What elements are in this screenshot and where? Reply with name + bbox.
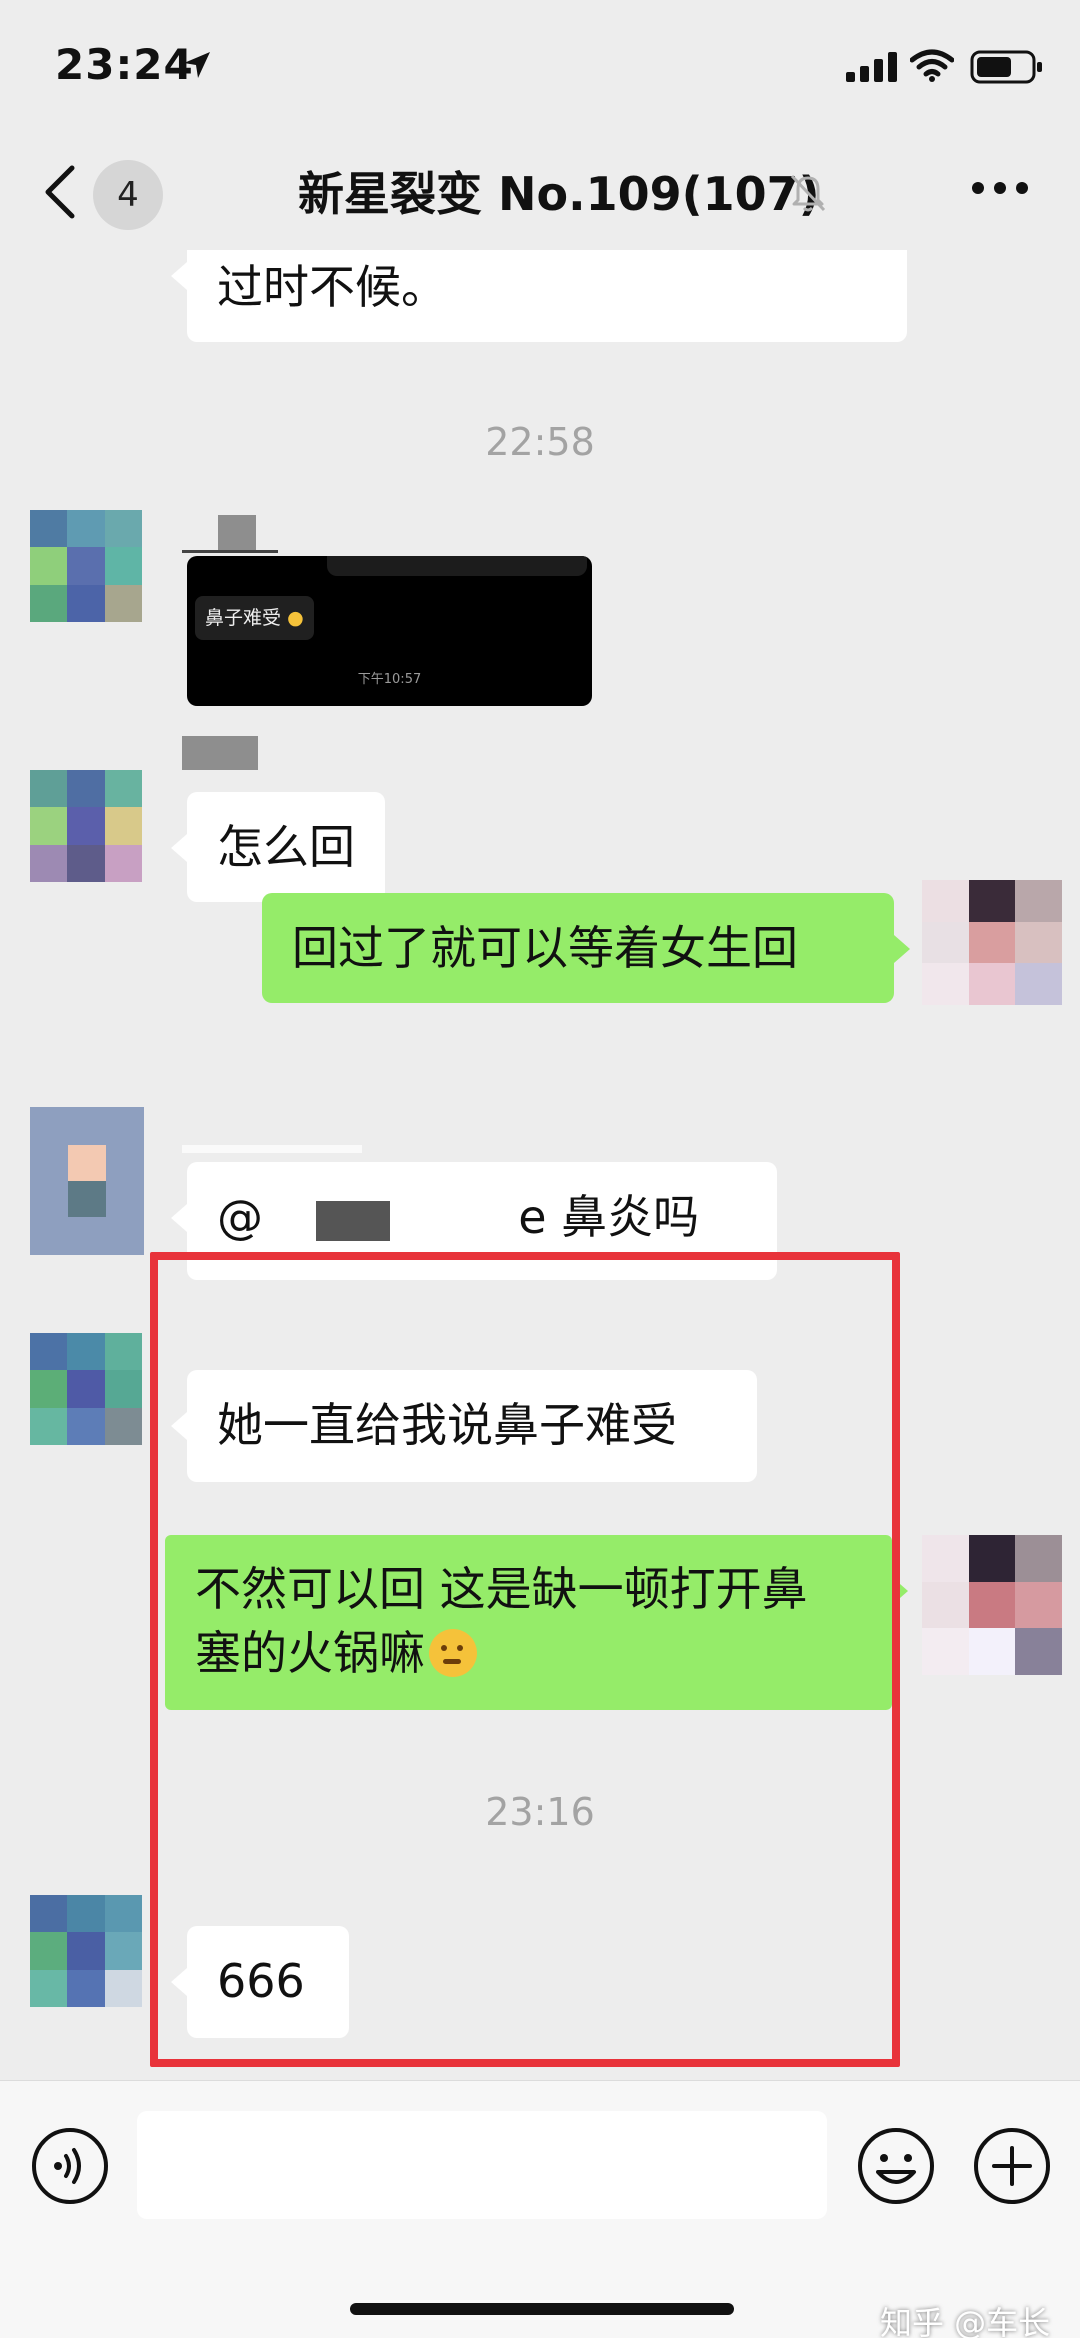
avatar[interactable] <box>30 1107 144 1255</box>
voice-icon[interactable] <box>30 2126 110 2206</box>
avatar[interactable] <box>30 1333 142 1445</box>
back-chevron-icon[interactable] <box>40 162 80 222</box>
image-blurred-bubble <box>327 556 587 576</box>
signal-icon <box>846 52 897 82</box>
image-time: 下午10:57 <box>357 672 422 687</box>
unread-count-badge[interactable]: 4 <box>93 160 163 230</box>
more-dots-icon[interactable] <box>970 180 1030 196</box>
image-caption: 鼻子难受 ● <box>195 596 314 640</box>
plus-icon[interactable] <box>972 2126 1052 2206</box>
message-text: 回过了就可以等着女生回 <box>292 921 798 975</box>
home-indicator[interactable] <box>350 2303 734 2315</box>
group-title[interactable]: 新星裂变 No.109(107) <box>298 158 820 224</box>
wifi-icon <box>910 49 954 82</box>
mention-name-blur <box>315 1201 390 1241</box>
mute-bell-icon <box>790 174 826 212</box>
message-text: 过时不候。 <box>217 260 447 314</box>
chat-header: 4 新星裂变 No.109(107) <box>0 130 1080 250</box>
message-input[interactable] <box>137 2111 827 2219</box>
sender-name <box>218 515 256 553</box>
avatar[interactable] <box>30 1895 142 2007</box>
message-text: 怎么回 <box>217 820 355 874</box>
avatar[interactable] <box>30 510 142 622</box>
emoji-icon[interactable] <box>856 2126 936 2206</box>
mention-prefix: @ <box>217 1190 263 1244</box>
watermark: 知乎 @车长 <box>880 2304 1051 2338</box>
message-bubble[interactable]: 怎么回 <box>171 792 385 902</box>
message-bubble[interactable]: 回过了就可以等着女生回 <box>262 893 910 1003</box>
sender-name <box>182 736 258 770</box>
battery-icon <box>970 50 1042 84</box>
sender-name <box>182 1145 362 1153</box>
my-avatar[interactable] <box>922 1535 1062 1675</box>
avatar[interactable] <box>30 770 142 882</box>
location-arrow-icon <box>184 52 210 78</box>
image-message[interactable]: 鼻子难受 ● 下午10:57 <box>187 556 592 706</box>
message-bubble[interactable]: 过时不候。 <box>171 250 907 342</box>
chat-timestamp: 22:58 <box>485 420 595 464</box>
message-text: e 鼻炎吗 <box>518 1190 700 1244</box>
highlight-annotation <box>150 1252 900 2067</box>
sender-name-underline <box>182 550 278 553</box>
status-time: 23:24 <box>55 40 194 89</box>
status-bar: 23:24 <box>0 0 1080 130</box>
my-avatar[interactable] <box>922 880 1062 1005</box>
